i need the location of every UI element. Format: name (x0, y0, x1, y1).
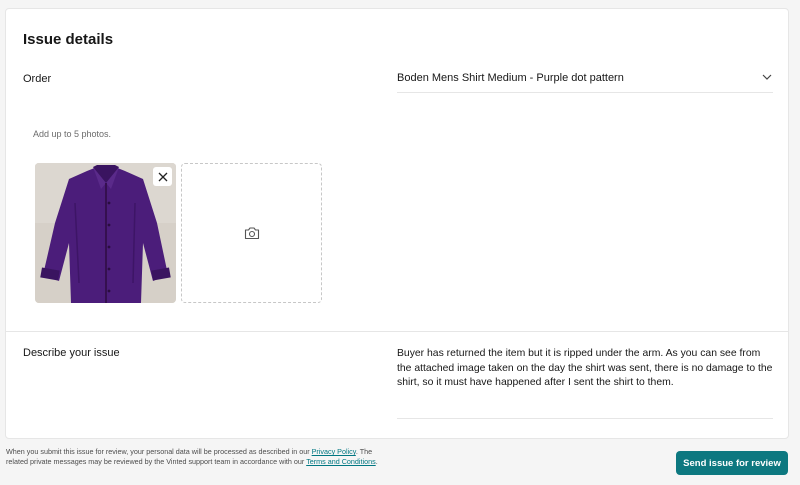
notice-text-1: When you submit this issue for review, y… (6, 447, 312, 456)
chevron-down-icon (762, 74, 772, 80)
remove-photo-button[interactable] (153, 167, 172, 186)
issue-description-text: Buyer has returned the item but it is ri… (397, 348, 773, 388)
order-selected-value: Boden Mens Shirt Medium - Purple dot pat… (397, 72, 624, 84)
privacy-policy-link[interactable]: Privacy Policy (312, 447, 356, 456)
issue-description-textarea[interactable]: Buyer has returned the item but it is ri… (397, 347, 773, 419)
notice-text-3: . (375, 456, 378, 466)
privacy-notice: When you submit this issue for review, y… (6, 447, 390, 466)
describe-label: Describe your issue (23, 347, 120, 359)
section-divider (6, 331, 788, 332)
terms-link[interactable]: Terms and Conditions (306, 457, 376, 466)
add-photo-button[interactable] (181, 163, 322, 303)
camera-icon (244, 227, 259, 240)
page-title: Issue details (23, 31, 114, 48)
photo-thumbnail[interactable] (35, 163, 176, 303)
send-issue-button[interactable]: Send issue for review (676, 451, 788, 475)
close-icon (158, 172, 167, 181)
issue-details-card: Issue details Order Boden Mens Shirt Med… (5, 8, 789, 439)
order-select[interactable]: Boden Mens Shirt Medium - Purple dot pat… (397, 65, 773, 93)
photos-hint: Add up to 5 photos. (33, 129, 112, 139)
order-label: Order (23, 73, 52, 85)
